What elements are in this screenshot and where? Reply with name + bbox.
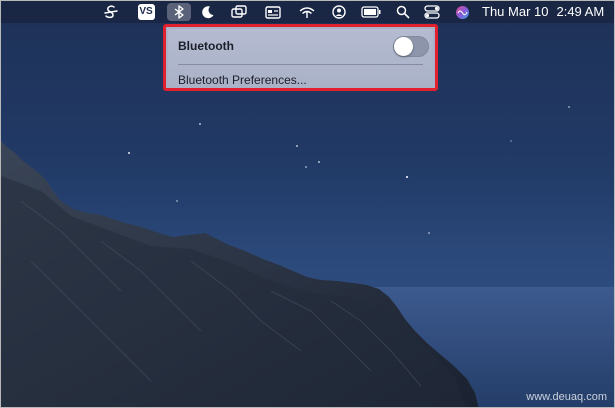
clock-time: 2:49 AM [556, 4, 605, 19]
menu-bar: VS Thu Mar 10 2:49 AM [1, 1, 614, 23]
bluetooth-menu-panel: Bluetooth Bluetooth Preferences... [168, 29, 433, 87]
vs-app-icon[interactable]: VS [136, 3, 156, 21]
siri-icon[interactable] [452, 3, 472, 21]
clock-date: Thu Mar 10 [482, 4, 549, 19]
search-icon[interactable] [393, 3, 413, 21]
windows-icon[interactable] [229, 3, 249, 21]
bluetooth-menu-title: Bluetooth [178, 39, 234, 53]
bluetooth-icon[interactable] [167, 3, 191, 21]
screenshot-frame: VS Thu Mar 10 2:49 AM Bluetooth Bluetoot… [0, 0, 615, 408]
id-card-icon[interactable] [263, 3, 283, 21]
watermark: www.deuaq.com [526, 391, 607, 403]
bluetooth-menu: Bluetooth Bluetooth Preferences... [163, 24, 438, 91]
stars [128, 79, 570, 234]
menu-bar-clock[interactable]: Thu Mar 10 2:49 AM [482, 4, 604, 19]
bluetooth-preferences-item[interactable]: Bluetooth Preferences... [178, 73, 307, 87]
battery-icon[interactable] [359, 3, 383, 21]
wifi-icon[interactable] [297, 3, 317, 21]
control-center-icon[interactable] [422, 3, 442, 21]
bluetooth-toggle-knob [394, 37, 413, 56]
vs-app-badge: VS [137, 4, 155, 20]
moon-icon[interactable] [198, 3, 218, 21]
script-s-icon[interactable] [101, 3, 121, 21]
bluetooth-toggle[interactable] [393, 36, 429, 57]
menu-separator [178, 64, 423, 65]
user-icon[interactable] [329, 3, 349, 21]
